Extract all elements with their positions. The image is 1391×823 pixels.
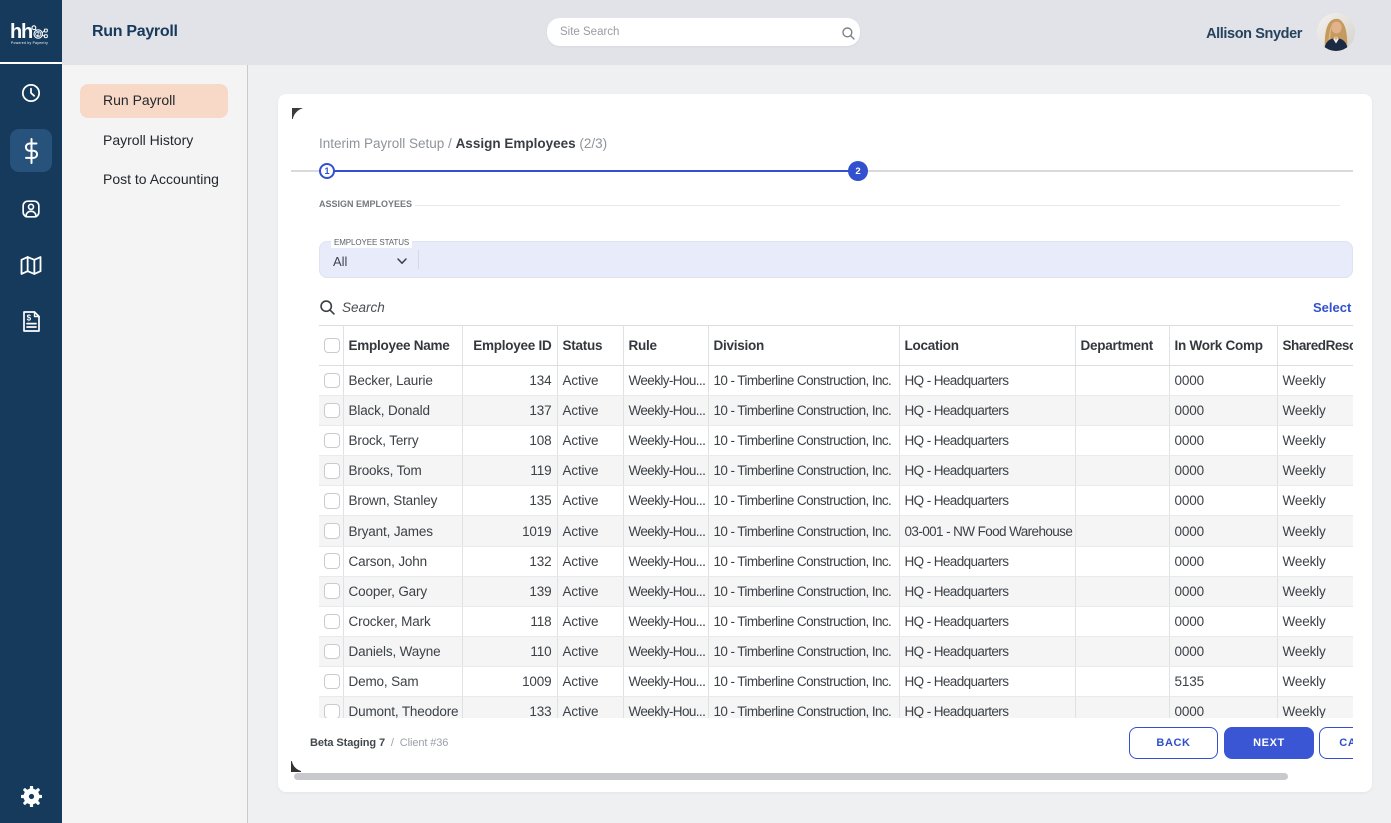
svg-text:2: 2 [37,32,40,38]
svg-text:$: $ [26,314,31,323]
